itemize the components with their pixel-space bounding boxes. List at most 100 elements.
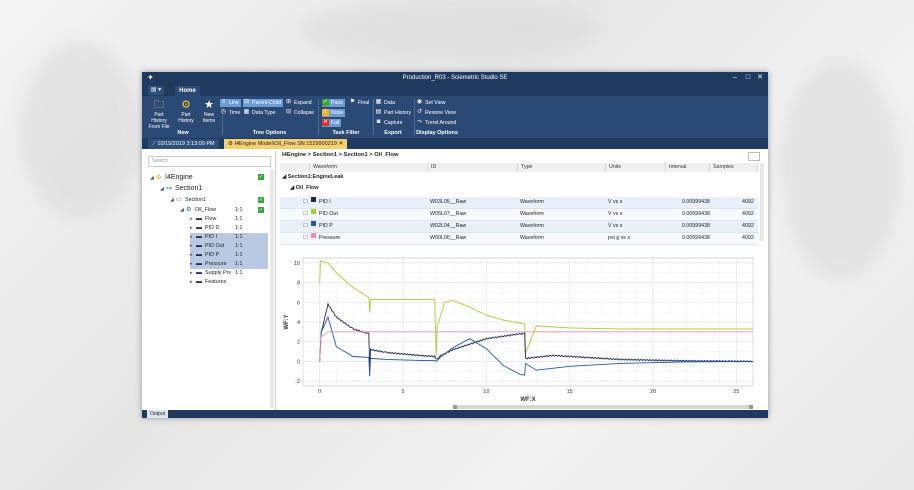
row-checkbox[interactable]: ☐ bbox=[303, 233, 308, 244]
tree-scrollbar[interactable] bbox=[270, 170, 274, 408]
output-tab[interactable]: Output bbox=[147, 410, 169, 418]
cell-name: PID I bbox=[319, 199, 331, 205]
group-row-oil-flow[interactable]: ◢ Oil_Flow bbox=[290, 184, 319, 193]
row-checkbox[interactable]: ☐ bbox=[303, 209, 308, 220]
trend-around-button[interactable]: ⤳ Trend Around bbox=[416, 119, 456, 127]
final-filter-toggle[interactable]: ⚑ Final bbox=[349, 99, 369, 107]
row-checkbox[interactable]: ☐ bbox=[303, 221, 308, 232]
search-input[interactable]: Search bbox=[148, 156, 271, 167]
set-view-button[interactable]: ◉ Set View bbox=[416, 99, 446, 107]
cell-id: W00L00__Raw bbox=[430, 235, 467, 241]
cell-id: W02L04__Raw bbox=[430, 223, 467, 229]
file-menu-button[interactable]: ▤ ▾ bbox=[148, 86, 164, 95]
series-color-swatch[interactable] bbox=[311, 209, 316, 214]
line-toggle[interactable]: ≡ Line bbox=[220, 99, 241, 107]
series-color-swatch[interactable] bbox=[311, 197, 316, 202]
export-part-history-button[interactable]: ▤ Part History bbox=[375, 109, 411, 117]
part-history-label: Part History bbox=[178, 112, 194, 124]
tree-item[interactable]: ▸ ▬ Pressure bbox=[190, 260, 268, 269]
chart-scrollbar-track[interactable] bbox=[453, 405, 753, 409]
expand-button[interactable]: ⊞ Expand bbox=[285, 99, 312, 107]
tree-item[interactable]: ◢ ▭ Section1 bbox=[170, 196, 250, 205]
tab-timestamp[interactable]: ⟋ 10/15/2019 3:13:09 PM bbox=[148, 139, 219, 149]
capture-button[interactable]: ◙ Capture bbox=[375, 119, 403, 127]
chart-scroll-thumb-left[interactable] bbox=[453, 405, 457, 409]
trend-around-label: Trend Around bbox=[425, 120, 457, 126]
time-toggle[interactable]: ◷ Time bbox=[220, 109, 240, 117]
series-color-swatch[interactable] bbox=[311, 233, 316, 238]
none-filter-toggle[interactable]: ! None bbox=[322, 109, 346, 117]
group-row-section[interactable]: ◢ Section1:EngineLeak bbox=[282, 173, 343, 182]
group-label-tree-options: Tree Options bbox=[252, 130, 287, 136]
part-history-button[interactable]: ⚙ Part History bbox=[175, 99, 197, 124]
none-label: None bbox=[331, 110, 344, 116]
data-type-toggle[interactable]: ▦ Data Type bbox=[243, 109, 276, 117]
menu-bar: ▤ ▾ Home bbox=[142, 85, 768, 96]
y-tick-label: 2 bbox=[297, 340, 300, 346]
table-row[interactable]: ☐ PID P W02L04__Raw Waveform V vs s 0.0099943… bbox=[280, 221, 758, 233]
tree-item[interactable]: ▸ ▬ PID P bbox=[190, 251, 268, 260]
grid-header-units[interactable]: Units bbox=[606, 163, 666, 172]
pass-check-icon: ✓ bbox=[258, 174, 264, 180]
node-icon: ⚙ bbox=[156, 175, 162, 181]
grid-header-type[interactable]: Type bbox=[518, 163, 606, 172]
restore-view-button[interactable]: ↺ Restore View bbox=[416, 109, 456, 117]
tree-item-label: Features bbox=[205, 279, 227, 285]
table-row[interactable]: ☐ PID Out W05L07__Raw Waveform V vs s 0.00999… bbox=[280, 209, 758, 221]
grid-header-waveform[interactable]: Waveform bbox=[310, 163, 428, 172]
panel-options-button[interactable] bbox=[748, 152, 760, 161]
tree-item-ratio: 1:1 bbox=[235, 234, 243, 240]
node-icon: ▬ bbox=[196, 243, 202, 249]
y-tick-label: -2 bbox=[295, 379, 300, 385]
part-history-from-file-button[interactable]: 🗀 Part History From File bbox=[146, 99, 172, 130]
cell-interval: 0.00999438 bbox=[682, 235, 710, 241]
cell-type: Waveform bbox=[520, 211, 544, 217]
tree-item-ratio: 1:1 bbox=[235, 261, 243, 267]
tree-item[interactable]: ◢ ⊶ Section1 bbox=[160, 184, 250, 193]
tree-item-label: Oil_Flow bbox=[195, 207, 216, 213]
cell-units: psi g vs s bbox=[608, 235, 631, 241]
row-checkbox[interactable]: ☐ bbox=[303, 197, 308, 208]
minimize-button[interactable]: – bbox=[729, 73, 741, 83]
set-view-label: Set View bbox=[425, 100, 446, 106]
maximize-button[interactable]: □ bbox=[742, 73, 754, 83]
new-items-button[interactable]: ★ New Items bbox=[198, 99, 220, 124]
fail-filter-toggle[interactable]: ✕ Fail bbox=[322, 119, 342, 127]
warning-icon: ! bbox=[322, 109, 329, 117]
tab-home[interactable]: Home bbox=[175, 86, 200, 96]
tree-item[interactable]: ▸ ▬ Features bbox=[190, 278, 250, 287]
export-data-button[interactable]: ▦ Data bbox=[375, 99, 395, 107]
tree-item-ratio: 1:1 bbox=[235, 252, 243, 258]
grid-header-samples[interactable]: Samples bbox=[710, 163, 758, 172]
collapse-button[interactable]: ⊟ Collapse bbox=[285, 109, 314, 117]
pass-check-icon: ✓ bbox=[322, 99, 329, 107]
cell-units: V vs s bbox=[608, 199, 623, 205]
table-row[interactable]: ☐ Pressure W00L00__Raw Waveform psi g vs s 0.… bbox=[280, 233, 758, 245]
cell-name: Pressure bbox=[319, 235, 341, 241]
tree-item[interactable]: ▸ ▬ PID Out bbox=[190, 242, 268, 251]
close-tab-icon[interactable]: ✕ bbox=[338, 141, 343, 147]
pass-label: Pass bbox=[331, 100, 343, 106]
y-tick-label: 6 bbox=[297, 300, 300, 306]
series-color-swatch[interactable] bbox=[311, 221, 316, 226]
data-type-label: Data Type bbox=[252, 110, 276, 116]
cell-name: PID Out bbox=[319, 211, 338, 217]
table-row[interactable]: ☐ PID I W03L05__Raw Waveform V vs s 0.0099943… bbox=[280, 197, 758, 209]
node-icon: ⊶ bbox=[166, 186, 172, 192]
tab-oil-flow[interactable]: ⚙ I4Engine Model\Oil_Flow SN:1529900219 … bbox=[224, 139, 348, 149]
x-tick-label: 0 bbox=[318, 389, 321, 395]
ribbon: 🗀 Part History From File ⚙ Part History … bbox=[142, 96, 768, 138]
grid-header-id[interactable]: ID bbox=[428, 163, 518, 172]
chart-scroll-thumb-right[interactable] bbox=[749, 405, 753, 409]
tree-item-label: PID Out bbox=[205, 243, 225, 249]
flag-icon: ⚑ bbox=[349, 99, 356, 106]
tree-item[interactable]: ◢ ⚙ I4Engine bbox=[150, 173, 250, 182]
pass-check-icon: ✓ bbox=[258, 197, 264, 203]
close-button[interactable]: ✕ bbox=[754, 73, 766, 83]
grid-header-interval[interactable]: Interval bbox=[666, 163, 710, 172]
pass-filter-toggle[interactable]: ✓ Pass bbox=[322, 99, 345, 107]
tree-item[interactable]: ▸ ▬ PID I bbox=[190, 233, 268, 242]
tree-item-label: PID I bbox=[205, 234, 217, 240]
parent-child-toggle[interactable]: ⊟ Parent-Child bbox=[243, 99, 283, 107]
grid-scrollbar[interactable] bbox=[760, 163, 764, 241]
